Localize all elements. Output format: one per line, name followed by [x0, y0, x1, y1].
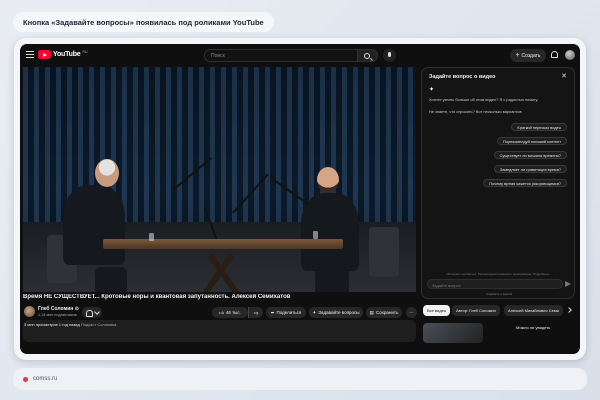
source-text[interactable]: comss.ru [33, 376, 57, 382]
channel-name-text: Глеб Соломин [38, 306, 74, 312]
channel-name[interactable]: Глеб Соломин ⊙ [38, 306, 79, 312]
ask-button[interactable]: ✦ Задавайте вопросы [309, 307, 363, 318]
source-bar: comss.ru [13, 368, 587, 390]
create-label: Создать [521, 52, 541, 59]
share-label: Поделиться [276, 310, 302, 315]
glass-left [149, 233, 154, 241]
suggestion-chip[interactable]: Существует ли машина времени? [493, 151, 567, 159]
right-person-legs [315, 265, 349, 292]
verified-icon: ⊙ [74, 306, 79, 312]
recommendation-title[interactable]: Можно ли увидеть [516, 325, 550, 330]
view-count: 3 млн просмотров [24, 322, 58, 327]
plus-icon: + [515, 52, 520, 59]
thumbs-up-icon: 👍︎ [219, 309, 224, 315]
right-person [301, 193, 359, 271]
suggestion-chip[interactable]: Краткий пересказ видео [511, 123, 567, 131]
panel-title: Задайте вопрос о видео [429, 74, 496, 80]
filter-chip-person[interactable]: Алексей Михайлович Семи [504, 305, 563, 316]
voice-search-icon[interactable] [383, 49, 396, 62]
send-icon[interactable] [565, 281, 571, 287]
left-person-legs [95, 267, 127, 292]
youtube-logo[interactable]: YouTube RU [38, 50, 88, 59]
powered-by: Спросите о Gemini [485, 292, 513, 296]
top-bar: YouTube RU Поиск + Создать [20, 44, 580, 66]
like-count: 46 тыс. [225, 310, 241, 315]
create-button[interactable]: + Создать [510, 49, 546, 62]
filter-chip-author[interactable]: Автор: Глеб Соломин [452, 305, 500, 316]
youtube-play-icon [38, 50, 51, 59]
question-input[interactable]: Задайте вопрос [427, 279, 563, 289]
save-button[interactable]: ▤ Сохранить [366, 307, 402, 318]
menu-icon[interactable] [26, 51, 34, 58]
chevron-right-icon[interactable] [566, 307, 572, 313]
ask-panel: Задайте вопрос о видео ✕ ✦ Хотите узнать… [421, 67, 575, 299]
sparkle-icon: ✦ [429, 87, 435, 93]
account-avatar[interactable] [565, 50, 575, 60]
recommendation-thumbnail[interactable] [423, 323, 483, 343]
thumbs-down-icon: 👎︎ [253, 309, 259, 315]
channel-subscribers: 1,14 млн подписчиков [38, 313, 77, 317]
glass-right [313, 231, 318, 239]
ask-label: Задавайте вопросы [318, 310, 360, 315]
video-title: Время НЕ СУЩЕСТВУЕТ... Кротовые норы и к… [23, 294, 291, 300]
more-icon[interactable]: ⋯ [406, 307, 417, 318]
close-icon[interactable]: ✕ [561, 73, 567, 80]
search-input[interactable]: Поиск [204, 49, 358, 62]
right-chair [369, 227, 399, 277]
suggestion-chip[interactable]: Порекомендуй похожий контент [497, 137, 567, 145]
suggestion-chip[interactable]: Почему время кажется ускоряющимся? [483, 179, 567, 187]
table-top [103, 239, 343, 249]
filter-chip-all[interactable]: Все видео [423, 305, 451, 316]
logo-text: YouTube [53, 51, 81, 58]
suggestion-chip[interactable]: Замедляет ли гравитация время? [493, 165, 567, 173]
hashtag[interactable]: Подкаст Соломина [81, 322, 116, 327]
youtube-window: YouTube RU Поиск + Создать Время НЕ СУЩЕ… [20, 44, 580, 354]
left-person-head [95, 159, 119, 187]
sparkle-icon: ✦ [312, 309, 317, 315]
headline: Кнопка «Задавайте вопросы» появилась под… [13, 12, 274, 32]
source-dot-icon [23, 376, 28, 382]
video-meta: 3 млн просмотров 1 год назад Подкаст Сол… [24, 322, 116, 327]
logo-region: RU [82, 50, 88, 54]
left-person [63, 185, 125, 265]
dislike-button[interactable]: 👎︎ [248, 307, 263, 318]
panel-hint: Не знаете, что спросить? Вот несколько в… [429, 109, 522, 114]
search-button[interactable] [358, 49, 378, 62]
video-player[interactable] [23, 67, 416, 292]
channel-avatar[interactable] [24, 306, 35, 317]
share-icon: ➦ [270, 309, 275, 315]
search-placeholder: Поиск [211, 52, 225, 59]
like-button[interactable]: 👍︎ 46 тыс. [212, 307, 248, 318]
search-icon [364, 53, 370, 59]
share-button[interactable]: ➦ Поделиться [266, 307, 306, 318]
save-icon: ▤ [369, 309, 374, 315]
panel-disclaimer: ИИ может ошибаться. Рекомендуем проверят… [446, 272, 552, 276]
save-label: Сохранить [375, 310, 399, 315]
question-placeholder: Задайте вопрос [432, 282, 461, 288]
headline-text: Кнопка «Задавайте вопросы» появилась под… [23, 17, 264, 27]
right-person-head [317, 167, 339, 193]
subscription-bell-button[interactable] [82, 307, 102, 318]
notifications-icon[interactable] [551, 51, 558, 58]
screenshot-frame: YouTube RU Поиск + Создать Время НЕ СУЩЕ… [14, 38, 586, 360]
panel-intro: Хотите узнать больше об этом видео? Я с … [429, 97, 539, 102]
published-date: 1 год назад [58, 322, 80, 327]
